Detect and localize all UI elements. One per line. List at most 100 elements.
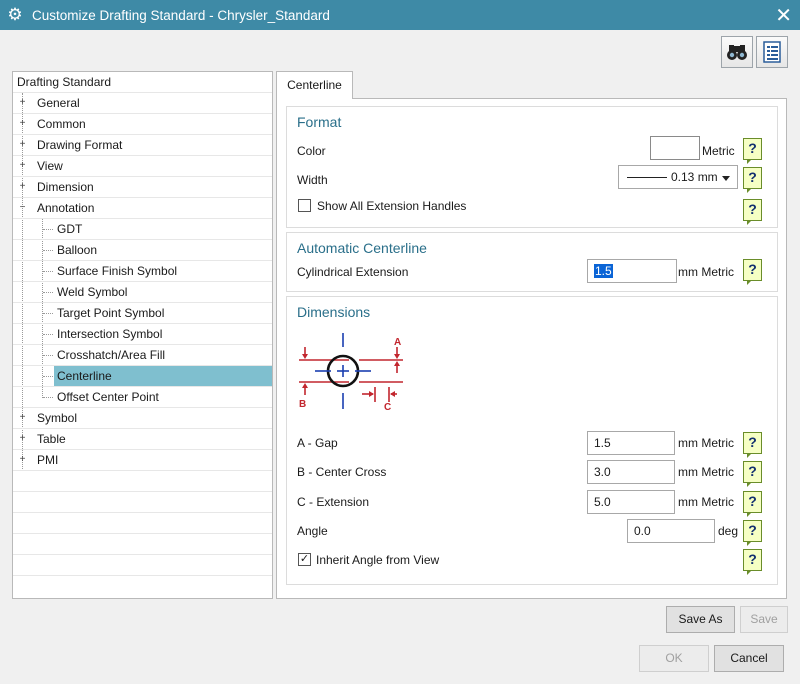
collapse-icon[interactable]: −	[18, 203, 27, 213]
diagram-label-b: B	[299, 399, 306, 410]
expand-icon[interactable]: +	[18, 182, 27, 192]
tree-item-intersection-symbol[interactable]: Intersection Symbol	[13, 324, 272, 345]
tree-item-label: Weld Symbol	[57, 285, 128, 299]
cylindrical-extension-help-icon[interactable]: ?	[743, 259, 762, 285]
diagram-label-c: C	[384, 402, 391, 411]
gear-icon: ⚙	[7, 5, 23, 24]
tree-item-label: Intersection Symbol	[57, 327, 163, 341]
angle-help-icon[interactable]: ?	[743, 520, 762, 546]
tree-item-label: Symbol	[37, 411, 78, 425]
extension-unit: mm Metric	[678, 495, 734, 509]
tree-empty-row	[13, 471, 272, 492]
expand-icon[interactable]: +	[18, 119, 27, 129]
cylindrical-extension-input[interactable]: 1.5	[587, 259, 677, 283]
color-unit: Metric	[702, 144, 735, 158]
expand-icon[interactable]: +	[18, 455, 27, 465]
binoculars-icon	[727, 45, 747, 60]
show-handles-label: Show All Extension Handles	[317, 199, 467, 213]
width-dropdown[interactable]: 0.13 mm	[618, 165, 738, 189]
tree-header: Drafting Standard	[13, 72, 272, 93]
tree-item-balloon[interactable]: Balloon	[13, 240, 272, 261]
tree-item-drawing-format[interactable]: + Drawing Format	[13, 135, 272, 156]
drafting-standard-tree: Drafting Standard + General + Common + D…	[12, 71, 273, 599]
center-cross-help-icon[interactable]: ?	[743, 461, 762, 487]
tree-item-target-point-symbol[interactable]: Target Point Symbol	[13, 303, 272, 324]
tree-item-general[interactable]: + General	[13, 93, 272, 114]
show-handles-help-icon[interactable]: ?	[743, 199, 762, 225]
gap-label: A - Gap	[297, 436, 338, 450]
tree-item-label: Crosshatch/Area Fill	[57, 348, 166, 362]
gap-unit: mm Metric	[678, 436, 734, 450]
tree-header-label: Drafting Standard	[17, 75, 112, 89]
cylindrical-extension-value: 1.5	[594, 264, 613, 278]
expand-icon[interactable]: +	[18, 161, 27, 171]
center-cross-unit: mm Metric	[678, 465, 734, 479]
tree-item-label: GDT	[57, 222, 83, 236]
close-icon[interactable]: ✕	[775, 3, 792, 28]
gap-input[interactable]: 1.5	[587, 431, 675, 455]
tree-item-label: Surface Finish Symbol	[57, 264, 178, 278]
cylindrical-extension-label: Cylindrical Extension	[297, 265, 409, 279]
tab-centerline[interactable]: Centerline	[276, 71, 353, 99]
tree-item-symbol[interactable]: + Symbol	[13, 408, 272, 429]
tree-empty-row	[13, 492, 272, 513]
tree-item-offset-center-point[interactable]: Offset Center Point	[13, 387, 272, 408]
save-as-button[interactable]: Save As	[666, 606, 735, 633]
tree-item-pmi[interactable]: + PMI	[13, 450, 272, 471]
show-handles-checkbox[interactable]	[298, 199, 311, 212]
chevron-down-icon	[722, 176, 730, 181]
inherit-angle-label: Inherit Angle from View	[316, 553, 440, 567]
automatic-centerline-title: Automatic Centerline	[297, 240, 427, 256]
tree-empty-row	[13, 534, 272, 555]
tree-item-centerline[interactable]: Centerline	[13, 366, 272, 387]
info-list-button[interactable]	[756, 36, 788, 68]
tree-empty-row	[13, 513, 272, 534]
tree-item-gdt[interactable]: GDT	[13, 219, 272, 240]
tree-item-view[interactable]: + View	[13, 156, 272, 177]
tree-item-dimension[interactable]: + Dimension	[13, 177, 272, 198]
expand-icon[interactable]: +	[18, 140, 27, 150]
dimensions-title: Dimensions	[297, 304, 371, 320]
expand-icon[interactable]: +	[18, 434, 27, 444]
tree-item-label: PMI	[37, 453, 59, 467]
tree-item-table[interactable]: + Table	[13, 429, 272, 450]
find-button[interactable]	[721, 36, 753, 68]
center-cross-label: B - Center Cross	[297, 465, 387, 479]
tree-item-annotation[interactable]: − Annotation	[13, 198, 272, 219]
color-help-icon[interactable]: ?	[743, 138, 762, 164]
tree-item-crosshatch-area-fill[interactable]: Crosshatch/Area Fill	[13, 345, 272, 366]
tree-item-weld-symbol[interactable]: Weld Symbol	[13, 282, 272, 303]
tree-item-surface-finish-symbol[interactable]: Surface Finish Symbol	[13, 261, 272, 282]
color-swatch[interactable]	[650, 136, 700, 160]
extension-help-icon[interactable]: ?	[743, 491, 762, 517]
tree-item-common[interactable]: + Common	[13, 114, 272, 135]
expand-icon[interactable]: +	[18, 413, 27, 423]
gap-help-icon[interactable]: ?	[743, 432, 762, 458]
angle-label: Angle	[297, 524, 328, 538]
save-button[interactable]: Save	[740, 606, 788, 633]
centerline-dimension-diagram: A B C	[299, 333, 403, 411]
tree-empty-row	[13, 555, 272, 576]
cancel-button[interactable]: Cancel	[714, 645, 784, 672]
window-title: Customize Drafting Standard - Chrysler_S…	[32, 7, 330, 23]
extension-input[interactable]: 5.0	[587, 490, 675, 514]
tree-item-label: Table	[37, 432, 66, 446]
color-label: Color	[297, 144, 326, 158]
format-title: Format	[297, 114, 342, 130]
inherit-angle-checkbox[interactable]: ✓	[298, 553, 311, 566]
expand-icon[interactable]: +	[18, 98, 27, 108]
center-cross-input[interactable]: 3.0	[587, 460, 675, 484]
line-sample-icon	[627, 177, 667, 178]
width-help-icon[interactable]: ?	[743, 167, 762, 193]
tree-item-label: Drawing Format	[37, 138, 123, 152]
inherit-angle-help-icon[interactable]: ?	[743, 549, 762, 575]
title-bar: ⚙ Customize Drafting Standard - Chrysler…	[0, 0, 800, 30]
ok-button[interactable]: OK	[639, 645, 709, 672]
angle-input[interactable]: 0.0	[627, 519, 715, 543]
tree-item-label: Target Point Symbol	[57, 306, 165, 320]
tree-item-label: General	[37, 96, 80, 110]
tree-item-label: Annotation	[37, 201, 95, 215]
tree-item-label: Balloon	[57, 243, 98, 257]
tree-item-label: Offset Center Point	[57, 390, 159, 404]
width-label: Width	[297, 173, 328, 187]
